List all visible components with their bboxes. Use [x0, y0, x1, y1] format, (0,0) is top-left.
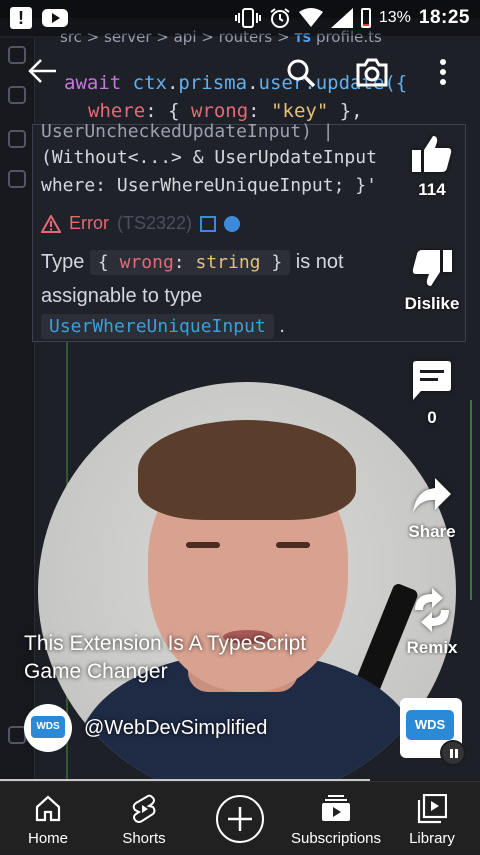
nav-library[interactable]: Library [392, 782, 472, 855]
bottom-navigation: Home Shorts Subscriptions Library [0, 781, 480, 854]
share-label: Share [408, 522, 456, 541]
more-vertical-icon[interactable] [438, 58, 448, 86]
error-code: (TS2322) [117, 213, 193, 233]
video-title-line-2: Game Changer [24, 660, 168, 683]
nav-subscriptions[interactable]: Subscriptions [286, 782, 386, 855]
remix-icon [415, 588, 449, 632]
globe-icon [224, 215, 241, 232]
nav-subscriptions-label: Subscriptions [290, 830, 382, 847]
channel-avatar[interactable]: WDS [24, 704, 72, 752]
open-link-icon [200, 215, 217, 232]
error-message-line-1: Type { wrong: string } is not [41, 250, 344, 275]
wds-logo-thumb: WDS [406, 710, 454, 740]
msg-is-not: is not [295, 251, 344, 273]
wds-logo: WDS [31, 716, 65, 738]
channel-name[interactable]: @WebDevSimplified [84, 717, 267, 740]
nav-create[interactable] [200, 782, 280, 855]
video-title-line-1: This Extension Is A TypeScript [24, 632, 307, 655]
like-count: 114 [418, 180, 446, 199]
share-arrow-icon [413, 478, 451, 512]
presenter-eye-right [276, 542, 310, 548]
search-icon[interactable] [286, 58, 316, 88]
vibrate-icon [234, 8, 261, 28]
nav-home-label: Home [27, 830, 68, 847]
popup-line-1: UserUncheckedUpdateInput) | [41, 121, 334, 142]
code-line-where: where: { wrong: "key" }, [88, 100, 363, 122]
warning-triangle-icon [41, 214, 61, 233]
cell-signal-icon [330, 8, 353, 28]
comment-count: 0 [427, 408, 437, 427]
create-plus-icon [216, 795, 264, 843]
comment-icon [413, 361, 451, 400]
subscriptions-icon [322, 795, 350, 821]
video-title[interactable]: This Extension Is A TypeScript Game Chan… [24, 630, 384, 686]
remix-button[interactable]: Remix [392, 588, 472, 658]
remix-label: Remix [406, 638, 458, 657]
share-button[interactable]: Share [392, 476, 472, 542]
search-icon [8, 46, 26, 64]
run-debug-icon [8, 130, 26, 148]
library-icon [417, 794, 447, 824]
type-chip: { wrong: string } [89, 250, 291, 275]
msg-type-word: Type [41, 251, 85, 273]
source-control-icon [8, 86, 26, 104]
clock-time: 18:25 [418, 7, 470, 28]
alarm-icon [270, 8, 290, 28]
dislike-label: Dislike [404, 294, 460, 313]
thumbs-up-icon [412, 136, 452, 172]
home-icon [35, 795, 61, 822]
battery-level-fill [362, 23, 369, 26]
like-button[interactable]: 114 [392, 134, 472, 200]
presenter-hair [138, 420, 356, 520]
shorts-icon [132, 794, 156, 823]
popup-line-2: (Without<...> & UserUpdateInput [41, 147, 377, 168]
pause-icon[interactable] [440, 740, 466, 766]
channel-row[interactable]: WDS @WebDevSimplified [24, 704, 267, 752]
comments-button[interactable]: 0 [392, 360, 472, 428]
youtube-notification-icon [42, 9, 68, 27]
camera-icon[interactable] [355, 56, 389, 88]
alert-notification-icon: ! [10, 7, 32, 29]
popup-line-3: where: UserWhereUniqueInput; }' [41, 175, 377, 196]
target-type-chip: UserWhereUniqueInput [41, 314, 274, 339]
battery-percent: 13% [378, 9, 411, 26]
presenter-eye-left [186, 542, 220, 548]
error-row: Error (TS2322) [41, 213, 241, 234]
error-message-line-3: UserWhereUniqueInput . [41, 314, 285, 339]
nav-shorts-label: Shorts [122, 830, 166, 847]
thumbs-down-icon [412, 250, 452, 286]
extensions-icon [8, 170, 26, 188]
back-arrow-icon[interactable] [28, 58, 58, 84]
error-message-line-2: assignable to type [41, 285, 203, 307]
nav-home[interactable]: Home [8, 782, 88, 855]
dislike-button[interactable]: Dislike [392, 248, 472, 314]
error-label: Error [69, 213, 109, 233]
status-bar: ! 13% 18:25 [0, 0, 480, 36]
nav-library-label: Library [409, 830, 455, 847]
nav-shorts[interactable]: Shorts [104, 782, 184, 855]
wifi-icon [298, 8, 323, 27]
battery-icon [360, 8, 371, 28]
